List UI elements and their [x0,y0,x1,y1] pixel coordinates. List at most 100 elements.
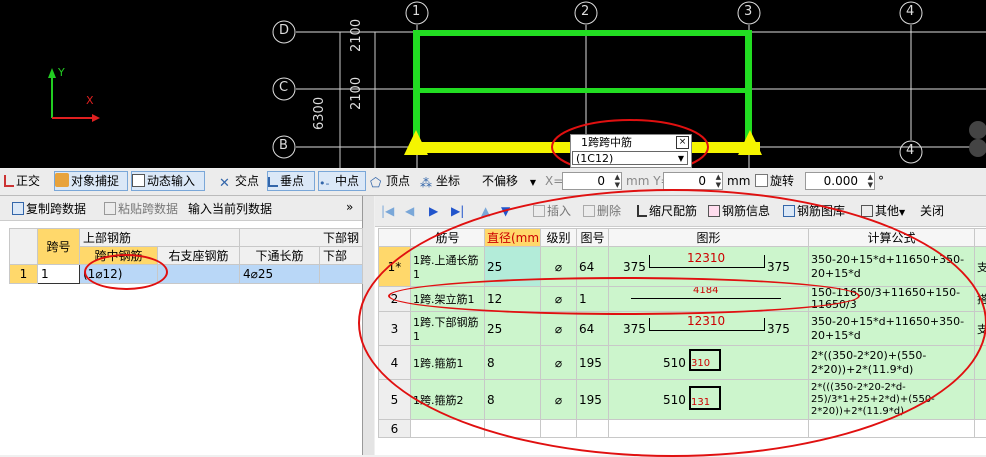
dynamic-input-button[interactable]: 动态输入 [131,171,205,191]
midpoint-label: 中点 [335,174,359,188]
left-toolbar: 复制跨数据 粘贴跨数据 输入当前列数据 » [0,196,362,221]
table-row[interactable]: 6 [379,420,986,438]
cell-name[interactable]: 1跨.箍筋2 [411,380,485,420]
first-record-icon[interactable]: |◀ [381,201,394,221]
axis-x-label: X [86,94,94,107]
column-right[interactable] [745,30,752,148]
cell-dia[interactable]: 25 [485,247,541,287]
input-col-button[interactable]: 输入当前列数据 [188,199,272,219]
cell-fig[interactable]: 195 [577,346,609,380]
midpoint-button[interactable]: •-中点 [318,171,366,191]
cell-fig[interactable]: 1 [577,287,609,312]
cell-fig[interactable]: 195 [577,380,609,420]
cell-grade[interactable]: ⌀ [541,287,577,312]
shape-length: 131 [691,397,710,408]
cell-dia[interactable]: 25 [485,312,541,346]
cad-viewport[interactable]: Y X 1 2 3 4 D C B 4 2100 2100 6300 1跨跨中筋… [0,0,986,168]
column-left[interactable] [413,30,420,148]
popup-value-select[interactable]: (1C12) ▼ [572,151,688,165]
other-label: 其他 [875,204,899,218]
cell-formula[interactable]: 2*((350-2*20)+(550-2*20))+2*(11.9*d) [809,346,975,380]
perpendicular-button[interactable]: 垂点 [267,171,315,191]
cell-extra: 搭 [975,287,986,312]
cell-bottom[interactable] [320,265,363,284]
next-record-icon[interactable]: ▶ [429,201,438,221]
prev-record-icon[interactable]: ◀ [405,201,414,221]
cell-name[interactable]: 1跨.上通长筋1 [411,247,485,287]
move-down-icon[interactable]: ▼ [501,201,510,221]
rotate-input[interactable]: 0.000▲▼ [805,172,875,190]
cell-right-support[interactable] [158,265,240,284]
popup-close-button[interactable]: × [676,136,689,149]
vertex-button[interactable]: ⬠顶点 [370,171,410,191]
cell-span[interactable]: 1 [38,265,80,284]
perpendicular-icon [268,177,278,187]
rebar-lib-icon [783,205,795,217]
header-dia: 直径(mm) [485,229,541,247]
table-row[interactable]: 4 1跨.箍筋1 8 ⌀ 195 510 310 2*((350-2*20)+(… [379,346,986,380]
cell-grade[interactable]: ⌀ [541,312,577,346]
more-button[interactable]: » [346,197,353,217]
pane-splitter[interactable] [363,196,374,455]
cell-name[interactable]: 1跨.下部钢筋1 [411,312,485,346]
cell-bottom-long[interactable]: 4⌀25 [240,265,320,284]
delete-button[interactable]: 删除 [583,201,621,221]
cell-name[interactable]: 1跨.箍筋1 [411,346,485,380]
last-record-icon[interactable]: ▶| [451,201,464,221]
table-row[interactable]: 5 1跨.箍筋2 8 ⌀ 195 510 131 2*(((350-2*20-2… [379,380,986,420]
grid-label-B: B [279,138,288,153]
cell-dia[interactable]: 8 [485,380,541,420]
table-row[interactable]: 1* 1跨.上通长筋1 25 ⌀ 64 375 12310 375 350-20… [379,247,986,287]
cell-name[interactable]: 1跨.架立筋1 [411,287,485,312]
grid-label-1: 1 [412,4,420,19]
x-input[interactable]: 0▲▼ [562,172,622,190]
axis-y-label: Y [58,66,65,79]
copy-span-button[interactable]: 复制跨数据 [12,199,86,219]
cell-dia[interactable]: 8 [485,346,541,380]
rotate-checkbox[interactable]: 旋转 [755,171,794,191]
checkbox-icon [755,174,768,187]
beam-middle[interactable] [415,88,749,93]
cell-fig[interactable]: 64 [577,312,609,346]
shape-length: 310 [691,358,710,369]
insert-button[interactable]: 插入 [533,201,571,221]
other-menu-button[interactable]: 其他▼ [861,201,905,221]
cell-mid[interactable]: (1⌀12) [80,265,158,284]
snap-button[interactable]: 对象捕捉 [54,171,128,191]
cell-grade[interactable]: ⌀ [541,380,577,420]
offset-mode-select[interactable]: 不偏移 ▼ [482,171,536,191]
intersection-button[interactable]: ✕交点 [219,171,259,191]
snap-label: 对象捕捉 [71,174,119,188]
cell-formula[interactable]: 350-20+15*d+11650+350-20+15*d [809,312,975,346]
rebar-lib-button[interactable]: 钢筋图库 [783,201,845,221]
table-row[interactable]: 1 1 (1⌀12) 4⌀25 [10,265,363,284]
spin-arrows-icon[interactable]: ▲▼ [615,173,620,189]
beam-top[interactable] [415,30,749,36]
table-row[interactable]: 2 1跨.架立筋1 12 ⌀ 1 4184 150-11650/3+11650+… [379,287,986,312]
span-grid[interactable]: 跨号 上部钢筋 下部钢 跨中钢筋 右支座钢筋 下通长筋 下部 1 1 (1⌀12… [9,228,363,284]
paste-span-button[interactable]: 粘贴跨数据 [104,199,178,219]
cell-formula[interactable]: 350-20+15*d+11650+350-20+15*d [809,247,975,287]
span-popup[interactable]: 1跨跨中筋 × (1C12) ▼ [570,134,692,168]
rebar-grid[interactable]: 筋号 直径(mm) 级别 图号 图形 计算公式 1* 1跨.上通长筋1 25 ⌀… [378,228,986,438]
copy-span-label: 复制跨数据 [26,202,86,216]
cell-shape: 510 310 [609,346,809,380]
move-up-icon[interactable]: ▲ [481,201,490,221]
close-button[interactable]: 关闭 [920,201,944,221]
snap-toolbar: 正交 对象捕捉 动态输入 ✕交点 垂点 •-中点 ⬠顶点 ⁂坐标 不偏移 ▼ X… [0,169,986,196]
cell-fig[interactable]: 64 [577,247,609,287]
orthogonal-button[interactable]: 正交 [4,171,40,191]
cell-dia[interactable]: 12 [485,287,541,312]
cell-formula[interactable]: 2*(((350-2*20-2*d-25)/3*1+25+2*d)+(550-2… [809,380,975,420]
cell-grade[interactable]: ⌀ [541,346,577,380]
cell-formula[interactable]: 150-11650/3+11650+150-11650/3 [809,287,975,312]
spin-arrows-icon[interactable]: ▲▼ [868,173,873,189]
rebar-info-button[interactable]: 钢筋信息 [708,201,770,221]
spin-arrows-icon[interactable]: ▲▼ [716,173,721,189]
scale-rebar-button[interactable]: 缩尺配筋 [637,201,697,221]
coordinate-button[interactable]: ⁂坐标 [420,171,460,191]
copy-icon [12,202,24,215]
table-row[interactable]: 3 1跨.下部钢筋1 25 ⌀ 64 375 12310 375 350-20+… [379,312,986,346]
y-input[interactable]: 0▲▼ [663,172,723,190]
cell-grade[interactable]: ⌀ [541,247,577,287]
